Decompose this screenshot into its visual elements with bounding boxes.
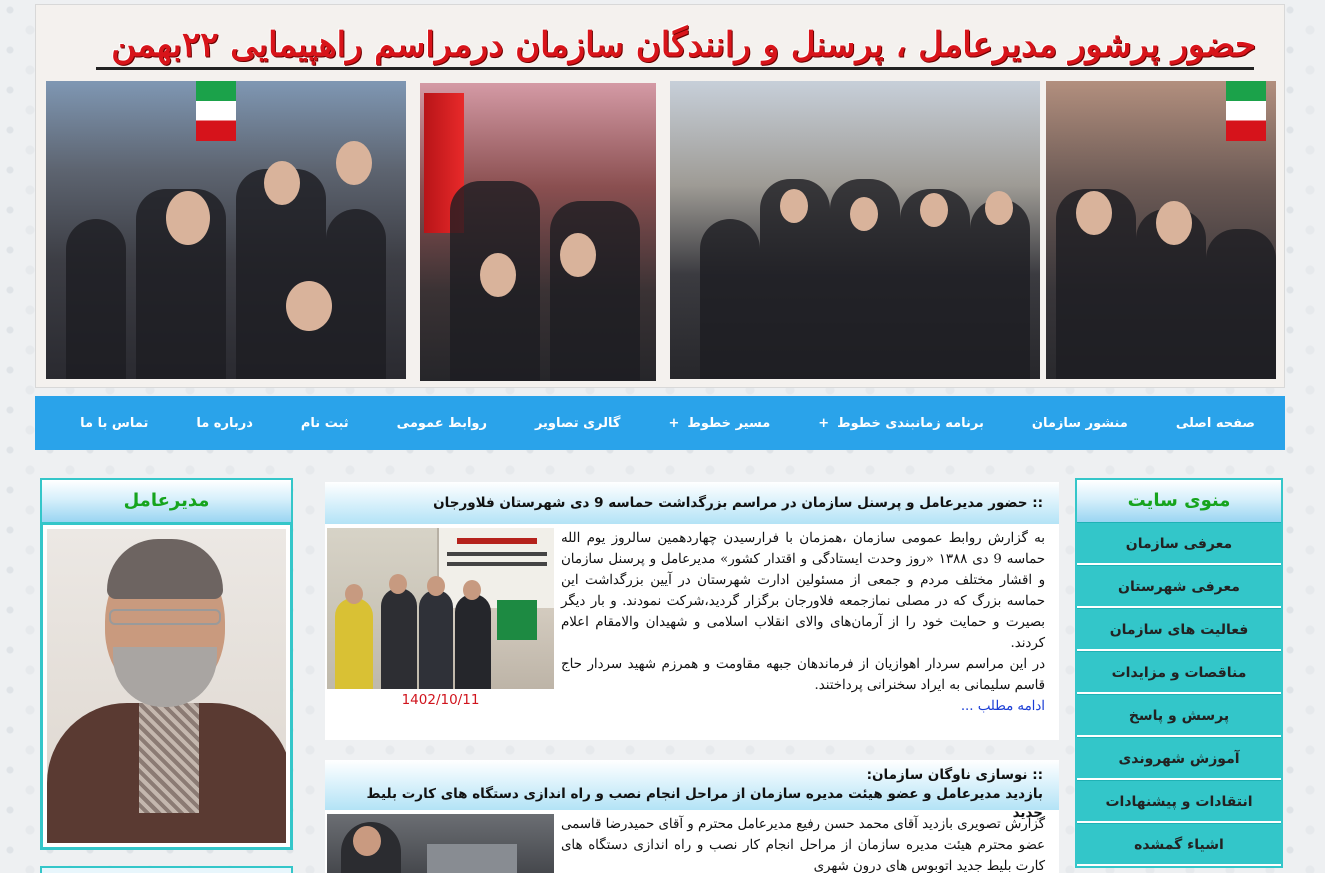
nav-item-charter[interactable]: منشور سازمان: [1032, 416, 1128, 431]
banner-title: حضور پرشور مدیرعامل ، پرسنل و رانندگان س…: [111, 25, 1256, 65]
banner-photo-1: [46, 81, 406, 379]
news-post: :: حضور مدیرعامل و پرسنل سازمان در مراسم…: [325, 482, 1059, 740]
site-menu-title: منوی سایت: [1075, 478, 1283, 522]
header-banner: حضور پرشور مدیرعامل ، پرسنل و رانندگان س…: [35, 4, 1285, 388]
post-paragraph: گزارش تصویری بازدید آقای محمد حسن رفیع م…: [561, 817, 1045, 873]
menu-item-about-city[interactable]: معرفی شهرستان: [1077, 565, 1281, 608]
post-image[interactable]: [327, 528, 554, 689]
post-title[interactable]: :: نوسازی ناوگان سازمان: بازدید مدیرعامل…: [325, 760, 1059, 821]
post-body: گزارش تصویری بازدید آقای محمد حسن رفیع م…: [325, 810, 1059, 873]
site-menu-box: منوی سایت معرفی سازمان معرفی شهرستان فعا…: [1075, 478, 1283, 868]
post-paragraph: در این مراسم سردار اهوازیان از فرماندهان…: [561, 657, 1045, 693]
menu-item-lost-items[interactable]: اشیاء گمشده: [1077, 823, 1281, 866]
nav-item-about[interactable]: درباره ما: [196, 416, 253, 431]
post-title[interactable]: :: حضور مدیرعامل و پرسنل سازمان در مراسم…: [325, 482, 1059, 524]
banner-photo-2: [420, 83, 656, 381]
post-body: 1402/10/11 به گزارش روابط عمومی سازمان ،…: [325, 524, 1059, 717]
manager-photo[interactable]: [47, 529, 286, 843]
secondary-left-box: [40, 866, 293, 873]
nav-item-gallery[interactable]: گالری تصاویر: [535, 416, 620, 431]
banner-divider: [96, 67, 1254, 70]
post-thumbnail[interactable]: [327, 814, 554, 873]
menu-item-feedback[interactable]: انتقادات و پیشنهادات: [1077, 780, 1281, 823]
menu-item-activities[interactable]: فعالیت های سازمان: [1077, 608, 1281, 651]
plus-icon: +: [668, 415, 680, 431]
manager-box-title: مدیرعامل: [40, 478, 293, 522]
post-image[interactable]: [327, 814, 554, 873]
plus-icon: +: [818, 415, 830, 431]
post-thumbnail[interactable]: 1402/10/11: [327, 528, 554, 708]
post-paragraph: به گزارش روابط عمومی سازمان ،همزمان با ف…: [561, 531, 1045, 651]
post-date: 1402/10/11: [401, 692, 480, 708]
post-text: گزارش تصویری بازدید آقای محمد حسن رفیع م…: [561, 814, 1045, 873]
post-text: به گزارش روابط عمومی سازمان ،همزمان با ف…: [561, 528, 1045, 717]
read-more-link[interactable]: ادامه مطلب ...: [561, 696, 1045, 717]
banner-photo-4: [1046, 81, 1276, 379]
nav-item-public-relations[interactable]: روابط عمومی: [397, 416, 487, 431]
menu-item-citizen-education[interactable]: آموزش شهروندی: [1077, 737, 1281, 780]
menu-item-faq[interactable]: پرسش و پاسخ: [1077, 694, 1281, 737]
nav-item-home[interactable]: صفحه اصلی: [1176, 416, 1255, 431]
menu-item-tenders[interactable]: مناقصات و مزایدات: [1077, 651, 1281, 694]
main-navigation: صفحه اصلی منشور سازمان برنامه زمانبندی خ…: [35, 396, 1285, 450]
site-menu: معرفی سازمان معرفی شهرستان فعالیت های سا…: [1075, 522, 1283, 868]
menu-item-about-org[interactable]: معرفی سازمان: [1077, 522, 1281, 565]
nav-item-register[interactable]: ثبت نام: [301, 416, 349, 431]
banner-photo-3: [670, 81, 1040, 379]
manager-box: مدیرعامل: [40, 478, 293, 850]
manager-photo-frame: [40, 522, 293, 850]
nav-item-schedule[interactable]: برنامه زمانبندی خطوط +: [818, 416, 984, 431]
nav-item-contact[interactable]: تماس با ما: [80, 416, 148, 431]
post-title-line: :: نوسازی ناوگان سازمان:: [866, 767, 1043, 783]
news-post: :: نوسازی ناوگان سازمان: بازدید مدیرعامل…: [325, 760, 1059, 873]
nav-item-routes[interactable]: مسیر خطوط +: [668, 416, 770, 431]
